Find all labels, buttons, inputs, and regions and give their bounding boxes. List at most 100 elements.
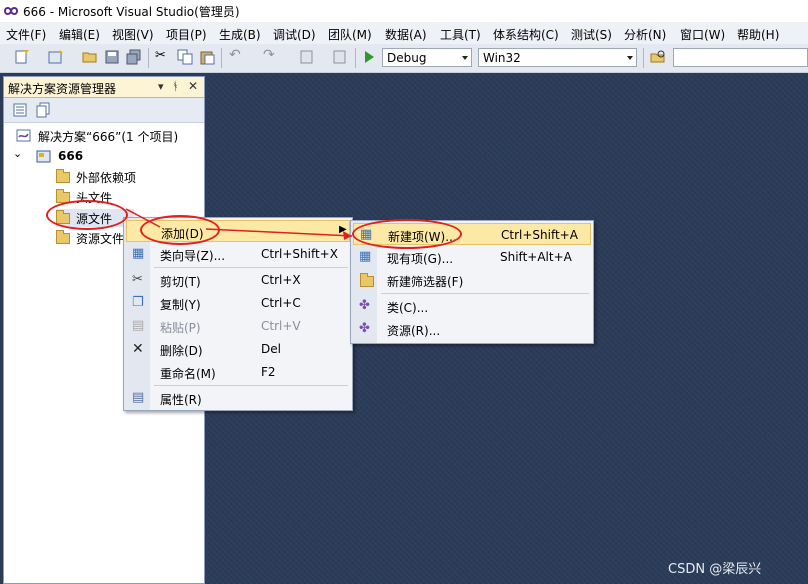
properties-icon[interactable] xyxy=(12,102,28,118)
menu-item-shortcut: Del xyxy=(261,342,281,356)
menu-item-paste[interactable]: ▤ 粘贴(P) Ctrl+V xyxy=(126,315,350,337)
solution-explorer-title: 解决方案资源管理器 xyxy=(8,82,117,96)
watermark: CSDN @梁辰兴 xyxy=(668,562,762,577)
standard-toolbar: ✂ ↶ ↷ Debug Win32 xyxy=(0,44,808,73)
menu-separator xyxy=(154,267,348,268)
menu-file[interactable]: 文件(F) xyxy=(6,26,46,43)
menu-item-rename[interactable]: 重命名(M) F2 xyxy=(126,361,350,383)
menu-bar: 文件(F) 编辑(E) 视图(V) 项目(P) 生成(B) 调试(D) 团队(M… xyxy=(0,22,808,45)
start-debugging-icon[interactable] xyxy=(361,49,377,65)
menu-build[interactable]: 生成(B) xyxy=(219,26,261,43)
menu-help[interactable]: 帮助(H) xyxy=(737,26,779,43)
toolbar-separator xyxy=(148,48,149,68)
menu-item-class-wizard[interactable]: ▦ 类向导(Z)... Ctrl+Shift+X xyxy=(126,243,350,265)
tree-node-label: 外部依赖项 xyxy=(76,171,137,185)
menu-item-delete[interactable]: ✕ 删除(D) Del xyxy=(126,338,350,360)
menu-window[interactable]: 窗口(W) xyxy=(680,26,725,43)
menu-view[interactable]: 视图(V) xyxy=(112,26,154,43)
solution-explorer-header: 解决方案资源管理器 ▾ ᚬ ✕ xyxy=(4,77,204,98)
menu-project[interactable]: 项目(P) xyxy=(166,26,207,43)
menu-item-label: 剪切(T) xyxy=(160,275,201,289)
paste-icon[interactable] xyxy=(199,49,215,65)
menu-analyze[interactable]: 分析(N) xyxy=(624,26,666,43)
menu-item-shortcut: Ctrl+Shift+X xyxy=(261,247,338,261)
folder-icon xyxy=(56,230,70,244)
project-icon xyxy=(36,150,51,163)
menu-item-shortcut: Ctrl+X xyxy=(261,273,301,287)
solution-icon xyxy=(16,129,31,142)
menu-item-shortcut: F2 xyxy=(261,365,276,379)
menu-item-label: 复制(Y) xyxy=(160,298,201,312)
menu-item-label: 重命名(M) xyxy=(160,367,216,381)
menu-item-resource[interactable]: ✤ 资源(R)... xyxy=(353,318,591,340)
open-folder-icon[interactable] xyxy=(82,49,98,65)
scissors-icon: ✂ xyxy=(132,272,143,287)
menu-item-copy[interactable]: ❐ 复制(Y) Ctrl+C xyxy=(126,292,350,314)
toolbar-separator xyxy=(355,48,356,68)
menu-item-shortcut: Ctrl+V xyxy=(261,319,301,333)
menu-item-existing-item[interactable]: ▦ 现有项(G)... Shift+Alt+A xyxy=(353,246,591,268)
solution-configuration-value: Debug xyxy=(387,51,427,65)
project-label: 666 xyxy=(58,149,84,163)
menu-item-label: 粘贴(P) xyxy=(160,321,201,335)
add-item-icon[interactable] xyxy=(48,49,64,65)
menu-item-label: 类(C)... xyxy=(387,301,429,315)
pin-icon[interactable]: ᚬ xyxy=(172,80,179,93)
window-title: 666 - Microsoft Visual Studio(管理员) xyxy=(23,5,240,19)
find-input[interactable] xyxy=(673,48,808,67)
menu-tools[interactable]: 工具(T) xyxy=(440,26,481,43)
new-project-icon[interactable] xyxy=(14,49,30,65)
menu-debug[interactable]: 调试(D) xyxy=(273,26,316,43)
solution-configuration-dropdown[interactable]: Debug xyxy=(382,48,472,67)
find-in-files-icon[interactable] xyxy=(650,49,666,65)
menu-item-label: 属性(R) xyxy=(160,393,202,407)
copy-icon: ❐ xyxy=(132,295,144,310)
expand-chevron-icon[interactable]: ⌄ xyxy=(13,147,22,160)
tree-node-label: 资源文件 xyxy=(76,232,125,246)
navigate-backward-icon[interactable] xyxy=(298,49,314,65)
menu-item-shortcut: Ctrl+C xyxy=(261,296,301,310)
menu-data[interactable]: 数据(A) xyxy=(385,26,427,43)
visual-studio-logo-icon xyxy=(4,7,18,15)
menu-item-label: 资源(R)... xyxy=(387,324,441,338)
annotation-circle-add xyxy=(140,215,220,245)
paste-icon: ▤ xyxy=(132,318,145,333)
menu-item-class[interactable]: ✤ 类(C)... xyxy=(353,295,591,317)
resource-icon: ✤ xyxy=(359,321,370,336)
title-bar: 666 - Microsoft Visual Studio(管理员) xyxy=(0,0,808,22)
solution-platform-dropdown[interactable]: Win32 xyxy=(478,48,637,67)
cut-icon[interactable]: ✂ xyxy=(155,48,171,64)
menu-test[interactable]: 测试(S) xyxy=(571,26,612,43)
solution-explorer-toolbar xyxy=(4,98,204,123)
close-icon[interactable]: ✕ xyxy=(188,79,198,93)
redo-icon[interactable]: ↷ xyxy=(263,47,279,63)
navigate-forward-icon[interactable] xyxy=(332,49,348,65)
wizard-icon: ▦ xyxy=(132,246,145,261)
copy-icon[interactable] xyxy=(177,49,193,65)
toolbar-separator xyxy=(221,48,222,68)
menu-item-label: 现有项(G)... xyxy=(387,252,454,266)
annotation-circle-source-files xyxy=(46,200,128,230)
properties-icon: ▤ xyxy=(132,390,145,405)
annotation-circle-new-item xyxy=(352,219,462,249)
context-menu: 添加(D) ▶ ▦ 类向导(Z)... Ctrl+Shift+X ✂ 剪切(T)… xyxy=(123,217,353,411)
save-all-icon[interactable] xyxy=(126,49,142,65)
save-icon[interactable] xyxy=(104,49,120,65)
show-all-files-icon[interactable] xyxy=(36,102,52,118)
menu-item-new-filter[interactable]: 新建筛选器(F) xyxy=(353,269,591,291)
menu-item-shortcut: Shift+Alt+A xyxy=(500,250,572,264)
menu-item-label: 新建筛选器(F) xyxy=(387,275,464,289)
folder-icon xyxy=(56,169,70,183)
solution-label: 解决方案“666”(1 个项目) xyxy=(38,130,179,144)
menu-item-properties[interactable]: ▤ 属性(R) xyxy=(126,387,350,409)
menu-item-label: 类向导(Z)... xyxy=(160,249,226,263)
menu-edit[interactable]: 编辑(E) xyxy=(59,26,100,43)
solution-platform-value: Win32 xyxy=(483,51,521,65)
menu-item-shortcut: Ctrl+Shift+A xyxy=(501,228,578,242)
menu-team[interactable]: 团队(M) xyxy=(328,26,372,43)
menu-item-cut[interactable]: ✂ 剪切(T) Ctrl+X xyxy=(126,269,350,291)
menu-architecture[interactable]: 体系结构(C) xyxy=(493,26,559,43)
window-position-icon[interactable]: ▾ xyxy=(158,80,164,93)
undo-icon[interactable]: ↶ xyxy=(229,47,245,63)
menu-item-label: 删除(D) xyxy=(160,344,203,358)
